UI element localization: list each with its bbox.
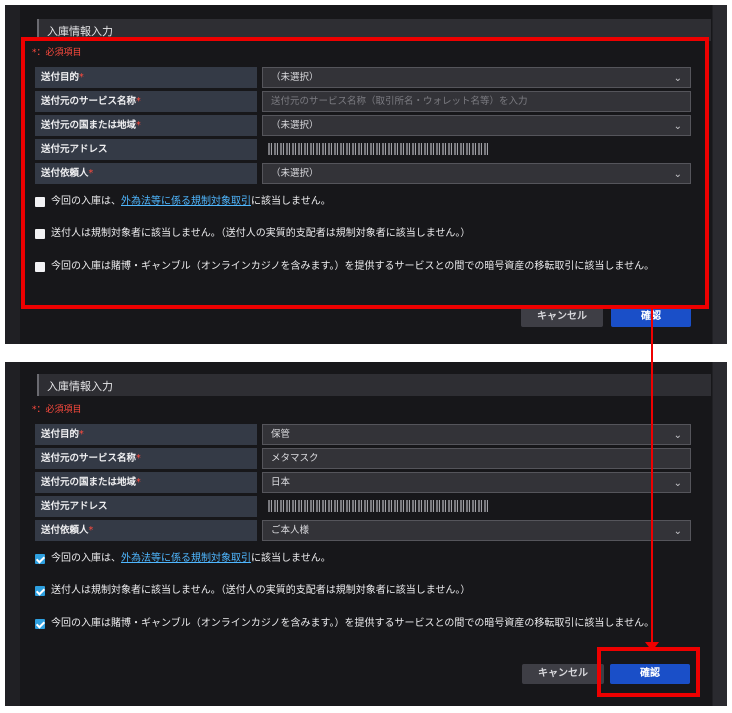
chevron-down-icon: ⌄	[673, 526, 682, 537]
field-label: 送付元の国または地域	[41, 477, 137, 488]
field-label: 送付元アドレス	[41, 501, 108, 512]
country-select[interactable]: 日本 ⌄	[262, 472, 691, 493]
field-purpose: 送付目的* 保管 ⌄	[35, 424, 691, 445]
field-service-name: 送付元のサービス名称* メタマスク	[35, 448, 691, 469]
chevron-down-icon: ⌄	[673, 478, 682, 489]
redacted-address	[268, 500, 488, 512]
required-mark: *	[88, 525, 94, 536]
background-panel	[713, 5, 727, 344]
address-value	[262, 496, 691, 517]
required-mark: *	[136, 477, 141, 488]
service-name-input[interactable]: メタマスク	[262, 448, 691, 469]
field-label: 送付目的	[41, 429, 80, 440]
connector-arrow-line	[651, 308, 653, 647]
checkbox-checked[interactable]	[35, 586, 45, 596]
cancel-button[interactable]: キャンセル	[522, 664, 604, 684]
field-address: 送付元アドレス	[35, 496, 691, 517]
required-note: *：必須項目	[32, 405, 82, 415]
field-requester: 送付依頼人* ご本人様 ⌄	[35, 520, 691, 541]
highlight-box-form	[21, 37, 709, 309]
required-mark: *	[136, 453, 141, 464]
dialog-title-bar: 入庫情報入力	[37, 374, 711, 396]
requester-select[interactable]: ご本人様 ⌄	[262, 520, 691, 541]
field-label: 送付依頼人	[41, 525, 89, 536]
chevron-down-icon: ⌄	[673, 430, 682, 441]
field-country: 送付元の国または地域* 日本 ⌄	[35, 472, 691, 493]
dialog-title: 入庫情報入力	[47, 380, 113, 393]
regulation-link[interactable]: 外為法等に係る規制対象取引	[121, 553, 251, 564]
cancel-button[interactable]: キャンセル	[521, 307, 603, 327]
required-mark: *	[79, 429, 84, 440]
purpose-select[interactable]: 保管 ⌄	[262, 424, 691, 445]
checkbox-checked[interactable]	[35, 619, 45, 629]
checkbox-checked[interactable]	[35, 554, 45, 564]
highlight-box-confirm	[597, 647, 700, 697]
field-label: 送付元のサービス名称	[41, 453, 137, 464]
background-panel	[713, 362, 727, 706]
